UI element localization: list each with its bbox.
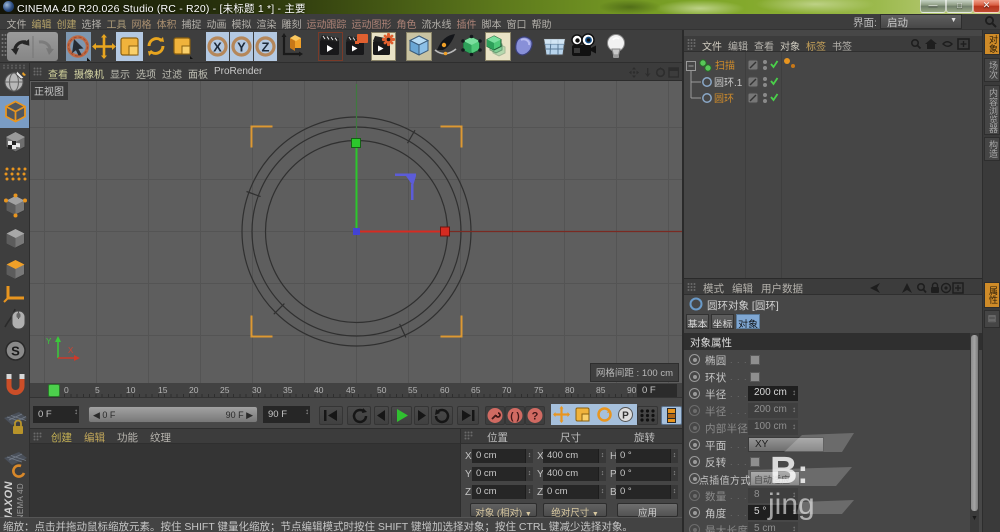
svg-text:圆环: 圆环 [714,93,734,105]
svg-text:S: S [11,344,20,359]
svg-text:Z: Z [262,40,270,55]
svg-text:X: X [213,40,222,55]
svg-text:圆环.1: 圆环.1 [714,77,743,89]
svg-text:( ): ( ) [510,412,519,423]
svg-text:P: P [622,411,629,422]
svg-text:?: ? [532,411,539,423]
svg-text:Y: Y [46,337,52,346]
svg-text:扫描: 扫描 [715,59,735,72]
svg-text:X: X [68,346,74,355]
svg-text:Y: Y [237,40,246,55]
